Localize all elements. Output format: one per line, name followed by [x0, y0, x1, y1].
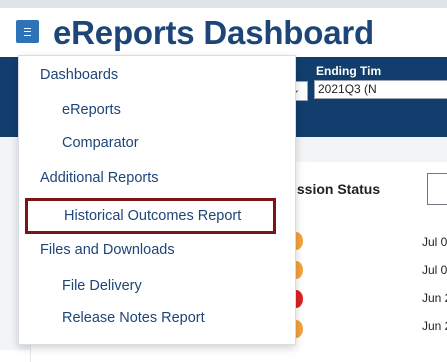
ending-time-label: Ending Tim — [316, 64, 382, 78]
menu-item-release-notes-report[interactable]: Release Notes Report — [62, 310, 205, 326]
menu-section-dashboards[interactable]: Dashboards — [40, 67, 118, 83]
menu-section-additional-reports[interactable]: Additional Reports — [40, 170, 159, 186]
timeline-date: Jun 2 — [422, 291, 447, 305]
top-strip — [0, 0, 447, 8]
hamburger-icon[interactable] — [16, 20, 39, 43]
page-title: eReports Dashboard — [53, 14, 374, 51]
ending-time-select[interactable]: 2021Q3 (N — [314, 80, 447, 99]
menu-item-comparator[interactable]: Comparator — [62, 135, 139, 151]
menu-item-ereports[interactable]: eReports — [62, 102, 121, 118]
submission-status-heading: ission Status — [293, 181, 381, 197]
status-filter-button[interactable] — [427, 173, 447, 205]
timeline-date: Jul 0 — [422, 263, 447, 277]
menu-section-files-and-downloads[interactable]: Files and Downloads — [40, 242, 175, 258]
timeline-date: Jul 0 — [422, 235, 447, 249]
highlight-box — [25, 198, 276, 234]
menu-item-file-delivery[interactable]: File Delivery — [62, 278, 142, 294]
timeline-date: Jun 2 — [422, 319, 447, 333]
